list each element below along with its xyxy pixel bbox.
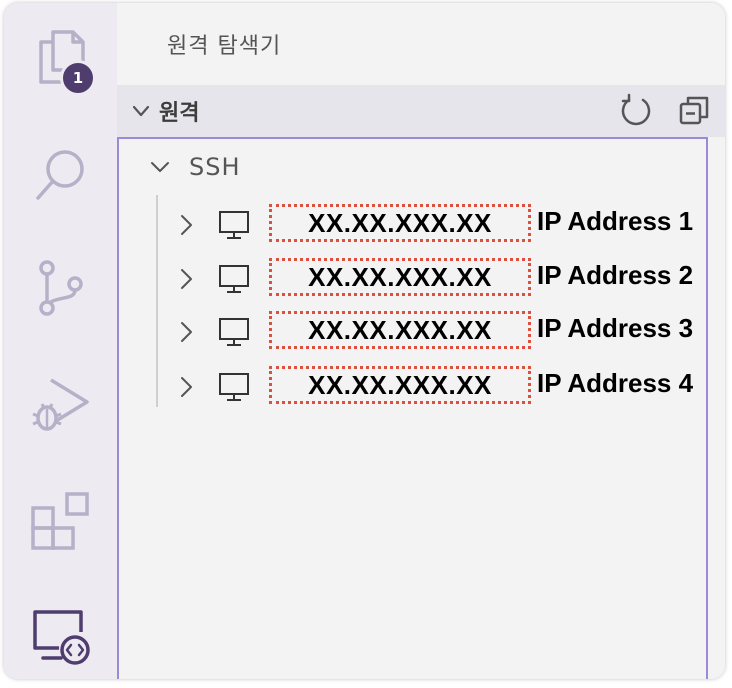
host-label: IP Address 3 bbox=[537, 313, 694, 343]
refresh-icon bbox=[621, 93, 651, 126]
section-header-remote[interactable]: 원격 bbox=[117, 85, 725, 137]
chevron-right-icon bbox=[181, 215, 192, 235]
host-address: XX.XX.XXX.XX bbox=[269, 366, 531, 404]
app-window: 1 원격 탐색기 원격 SSH XX.XX.XXX.XX IP Address … bbox=[4, 3, 725, 679]
remote-explorer-icon bbox=[32, 610, 90, 665]
ssh-host-item[interactable]: XX.XX.XXX.XX IP Address 1 bbox=[119, 200, 719, 252]
chevron-right-icon bbox=[181, 269, 192, 289]
monitor-icon bbox=[219, 318, 249, 346]
activity-extensions[interactable] bbox=[4, 475, 117, 565]
chevron-right-icon bbox=[181, 377, 192, 397]
activity-run-debug[interactable] bbox=[4, 359, 117, 449]
activity-remote-explorer[interactable] bbox=[4, 591, 117, 679]
search-icon bbox=[35, 150, 84, 200]
remote-explorer-sidebar: 원격 탐색기 원격 SSH XX.XX.XXX.XX IP Address 1 … bbox=[117, 3, 725, 679]
collapse-all-icon bbox=[679, 96, 709, 125]
chevron-right-icon bbox=[181, 322, 192, 342]
ssh-group-label: SSH bbox=[189, 153, 241, 181]
explorer-badge: 1 bbox=[60, 60, 96, 96]
monitor-icon bbox=[219, 211, 249, 239]
host-address: XX.XX.XXX.XX bbox=[269, 258, 531, 296]
monitor-icon bbox=[219, 265, 249, 293]
activity-explorer[interactable] bbox=[4, 11, 117, 101]
host-address: XX.XX.XXX.XX bbox=[269, 311, 531, 349]
ssh-host-item[interactable]: XX.XX.XXX.XX IP Address 2 bbox=[119, 254, 719, 306]
host-label: IP Address 1 bbox=[537, 206, 694, 236]
host-address: XX.XX.XXX.XX bbox=[269, 204, 531, 242]
sidebar-title: 원격 탐색기 bbox=[167, 34, 282, 59]
host-label: IP Address 4 bbox=[537, 368, 694, 398]
source-control-icon bbox=[38, 260, 83, 316]
section-label: 원격 bbox=[159, 101, 200, 126]
run-debug-icon bbox=[31, 378, 89, 431]
chevron-down-icon bbox=[151, 162, 169, 172]
activity-bar: 1 bbox=[4, 3, 117, 679]
extensions-icon bbox=[30, 492, 89, 550]
section-actions bbox=[619, 93, 711, 127]
monitor-icon bbox=[219, 373, 249, 401]
collapse-all-button[interactable] bbox=[677, 93, 711, 127]
remote-tree: SSH XX.XX.XXX.XX IP Address 1 XX.XX.XXX.… bbox=[117, 137, 708, 679]
activity-search[interactable] bbox=[4, 130, 117, 220]
host-label: IP Address 2 bbox=[537, 260, 694, 290]
tree-group-ssh[interactable]: SSH bbox=[119, 147, 241, 187]
refresh-button[interactable] bbox=[619, 93, 653, 127]
ssh-host-item[interactable]: XX.XX.XXX.XX IP Address 3 bbox=[119, 307, 719, 359]
activity-source-control[interactable] bbox=[4, 243, 117, 333]
ssh-host-item[interactable]: XX.XX.XXX.XX IP Address 4 bbox=[119, 362, 719, 414]
chevron-down-icon bbox=[132, 105, 150, 117]
